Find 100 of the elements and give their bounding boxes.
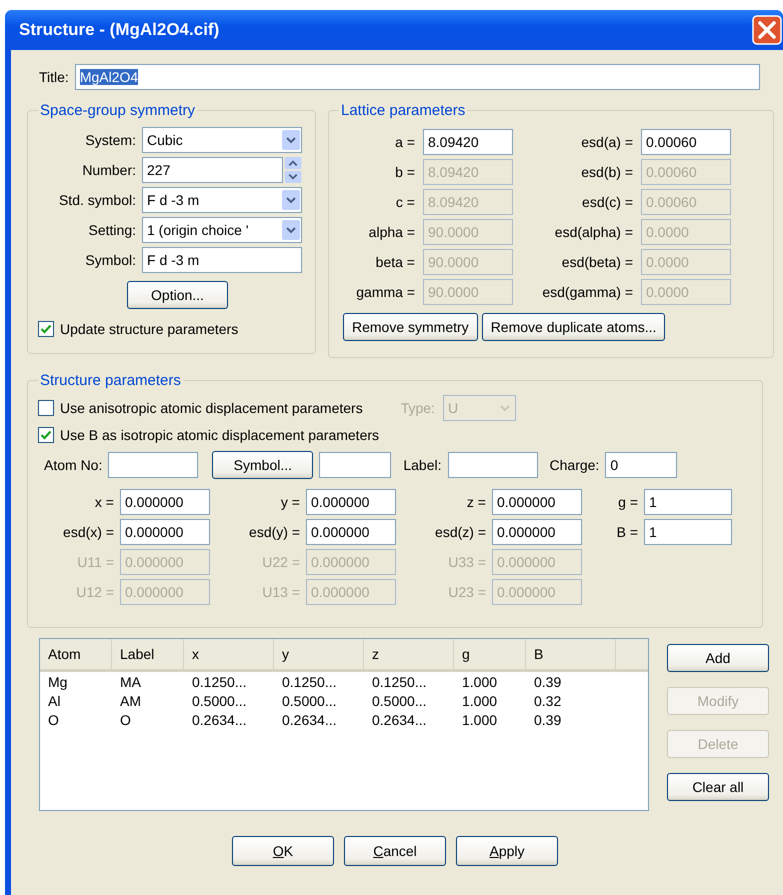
table-row[interactable]: O O 0.2634... 0.2634... 0.2634... 1.000 0.39 — [40, 710, 648, 729]
number-field[interactable]: 1 — [644, 489, 732, 515]
table-cell-text: O — [47, 712, 60, 728]
checkbox[interactable] — [38, 400, 54, 416]
dialog-button[interactable]: Apply — [456, 836, 558, 866]
text-field[interactable] — [108, 452, 198, 478]
field-label: gamma = — [355, 284, 415, 300]
text-field[interactable]: 0 — [605, 452, 678, 478]
field-label: U22 = — [261, 554, 300, 570]
field-label: esd(y) = — [248, 524, 300, 540]
text-field[interactable]: F d -3 m — [142, 247, 302, 273]
field-label: Symbol: — [84, 252, 136, 268]
symbol-button[interactable]: Symbol... — [212, 451, 314, 479]
table-cell-text: 0.2634... — [281, 712, 338, 728]
table-cell-text: 0.1250... — [191, 674, 248, 690]
number-field[interactable]: 0.00060 — [641, 129, 731, 155]
field-label: U33 = — [447, 554, 486, 570]
table-cell-text: AM — [119, 692, 142, 708]
action-button[interactable]: Remove symmetry — [343, 313, 478, 341]
column-header[interactable]: g — [454, 639, 526, 669]
table-cell-text: 0.2634... — [191, 712, 248, 728]
checkbox-label: Use B as isotropic atomic displacement parameters — [60, 427, 380, 443]
table-cell-text: 1.000 — [461, 712, 498, 728]
field-label: esd(c) = — [581, 194, 633, 210]
table-cell-text: 0.2634... — [371, 712, 428, 728]
action-button[interactable]: Clear all — [667, 773, 769, 801]
dropdown[interactable]: Cubic — [142, 127, 302, 153]
field-label: Charge: — [550, 457, 600, 473]
field-label: esd(a) = — [580, 134, 633, 150]
action-button[interactable]: Add — [667, 644, 769, 672]
field-label: Number: — [81, 162, 136, 178]
action-button[interactable]: Remove duplicate atoms... — [482, 313, 666, 341]
field-label: esd(b) = — [580, 164, 633, 180]
title-field[interactable]: MgAl2O4 — [74, 64, 760, 90]
group-title: Lattice parameters — [340, 102, 466, 119]
field-label: z = — [466, 494, 486, 510]
text-field[interactable] — [319, 452, 392, 478]
option-button[interactable]: Option... — [127, 281, 228, 309]
column-header[interactable]: B — [526, 639, 616, 669]
table-cell-text: 0.32 — [533, 692, 562, 708]
dialog-button[interactable]: OK — [232, 836, 334, 866]
column-header[interactable]: z — [364, 639, 454, 669]
column-header[interactable]: Atom — [40, 639, 112, 669]
table-cell-text: MA — [119, 674, 142, 690]
checkbox[interactable] — [38, 321, 54, 337]
table-cell-text: 0.5000... — [281, 692, 338, 708]
field-label: U13 = — [261, 584, 300, 600]
number-field[interactable]: 0.000000 — [492, 489, 582, 515]
group-title: Space-group symmetry — [39, 102, 196, 119]
field-label: esd(z) = — [434, 524, 486, 540]
field-label: U12 = — [75, 584, 114, 600]
dropdown[interactable]: 1 (origin choice ' — [142, 217, 302, 243]
dropdown[interactable]: F d -3 m — [142, 187, 302, 213]
field-label: Setting: — [88, 222, 136, 238]
spinner-arrows-icon[interactable] — [284, 157, 302, 183]
table-cell-text: Mg — [47, 674, 68, 690]
table-cell-text: Al — [47, 692, 62, 708]
window-title: Structure - (MgAl2O4.cif) — [19, 20, 220, 40]
checkbox-label: Use anisotropic atomic displacement parameters — [60, 400, 363, 416]
number-field[interactable]: 0.000000 — [492, 519, 582, 545]
field-label: Title: — [39, 69, 69, 85]
number-field[interactable]: 0.000000 — [306, 519, 396, 545]
field-label: esd(beta) = — [560, 254, 633, 270]
table-cell-text: 0.39 — [533, 674, 562, 690]
table-cell-text: 1.000 — [461, 692, 498, 708]
field-label: Std. symbol: — [58, 192, 136, 208]
field-label: U11 = — [76, 554, 114, 570]
field-label: B = — [616, 524, 638, 540]
table-cell-text: 1.000 — [461, 674, 498, 690]
number-field[interactable]: 227 — [142, 157, 283, 183]
table-cell-text: 0.1250... — [281, 674, 338, 690]
field-label: System: — [84, 132, 136, 148]
table-cell-text: O — [119, 712, 132, 728]
number-field[interactable]: 1 — [644, 519, 732, 545]
field-label: g = — [617, 494, 638, 510]
table-row[interactable]: Al AM 0.5000... 0.5000... 0.5000... 1.000 0.32 — [40, 691, 648, 710]
column-header[interactable]: y — [274, 639, 364, 669]
column-header[interactable]: Label — [112, 639, 184, 669]
table-row[interactable]: Mg MA 0.1250... 0.1250... 0.1250... 1.000 0.39 — [40, 672, 648, 691]
number-field[interactable]: 0.000000 — [306, 489, 396, 515]
text-field[interactable] — [448, 452, 538, 478]
checkbox-label: Update structure parameters — [60, 321, 238, 337]
number-field[interactable]: 8.09420 — [423, 129, 513, 155]
number-field[interactable]: 0.000000 — [120, 489, 210, 515]
checkbox[interactable] — [38, 427, 54, 443]
field-label: esd(x) = — [62, 524, 114, 540]
field-label: beta = — [374, 254, 415, 270]
group-title: Structure parameters — [39, 372, 182, 389]
field-label: c = — [394, 194, 415, 210]
field-label: b = — [394, 164, 415, 180]
close-icon[interactable] — [752, 15, 782, 45]
table-cell-text: 0.1250... — [371, 674, 428, 690]
table-cell-text: 0.39 — [533, 712, 562, 728]
field-label: a = — [394, 134, 415, 150]
column-header[interactable]: x — [184, 639, 274, 669]
field-label: esd(gamma) = — [541, 284, 633, 300]
field-label: x = — [94, 494, 114, 510]
number-field[interactable]: 0.000000 — [120, 519, 210, 545]
field-label: y = — [280, 494, 300, 510]
dialog-button[interactable]: Cancel — [344, 836, 446, 866]
